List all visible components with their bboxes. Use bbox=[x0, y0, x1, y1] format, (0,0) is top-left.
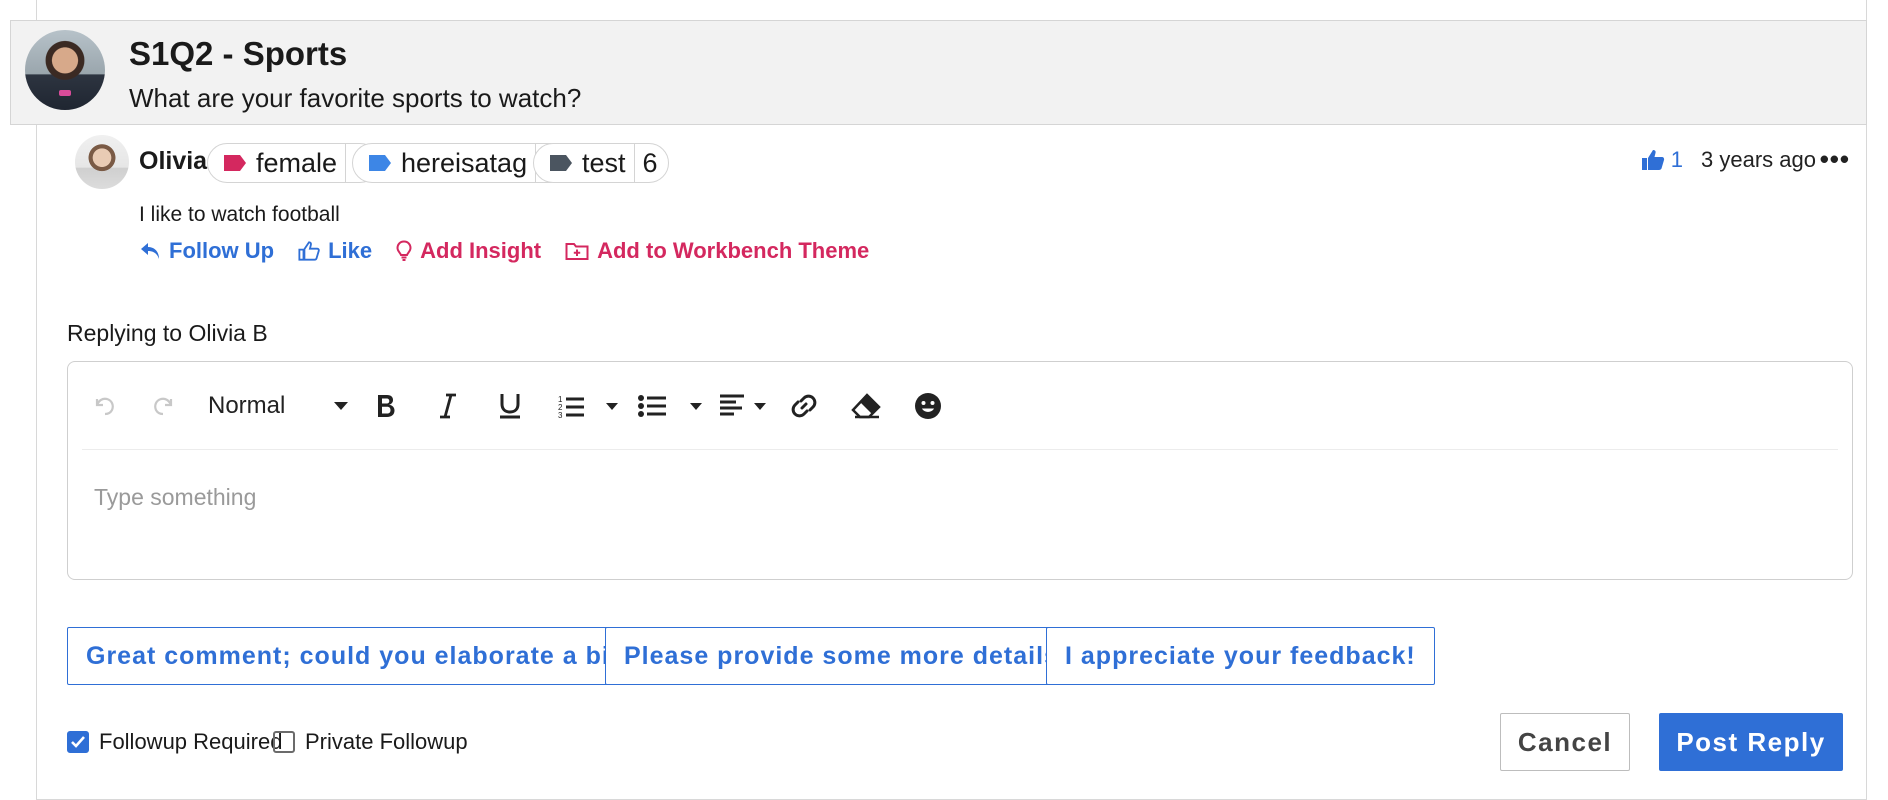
ordered-list-icon[interactable]: 123 bbox=[558, 388, 618, 424]
canned-response-button[interactable]: Please provide some more details. bbox=[605, 627, 1086, 685]
link-icon[interactable] bbox=[786, 388, 822, 424]
reply-editor: Normal 123 Type something bbox=[67, 361, 1853, 580]
tag-name: hereisatag bbox=[401, 147, 528, 178]
question-text: What are your favorite sports to watch? bbox=[129, 83, 582, 113]
comment-text: I like to watch football bbox=[139, 203, 340, 226]
replying-to-label: Replying to Olivia B bbox=[67, 320, 268, 346]
like-label: Like bbox=[328, 238, 373, 263]
private-followup-option[interactable]: Private Followup bbox=[273, 729, 468, 755]
comment-actions: Follow Up Like Add Insight Add to Workbe… bbox=[139, 238, 893, 264]
thumbs-up-icon bbox=[1641, 150, 1664, 170]
thumbs-up-outline-icon bbox=[298, 241, 320, 261]
chevron-down-icon bbox=[754, 402, 766, 410]
bullet-list-icon[interactable] bbox=[638, 388, 702, 424]
like-button[interactable]: Like bbox=[298, 238, 372, 264]
add-to-theme-button[interactable]: Add to Workbench Theme bbox=[565, 238, 869, 264]
follow-up-button[interactable]: Follow Up bbox=[139, 238, 274, 264]
redo-icon[interactable] bbox=[146, 388, 182, 424]
private-followup-checkbox[interactable] bbox=[273, 731, 295, 753]
followup-required-label: Followup Required bbox=[99, 729, 283, 754]
chevron-down-icon bbox=[606, 402, 618, 410]
question-author-avatar bbox=[25, 30, 105, 110]
chevron-down-icon bbox=[334, 402, 348, 410]
undo-icon[interactable] bbox=[86, 388, 122, 424]
post-reply-button[interactable]: Post Reply bbox=[1659, 713, 1843, 771]
bold-icon[interactable] bbox=[368, 388, 404, 424]
emoji-icon[interactable] bbox=[910, 388, 946, 424]
add-to-theme-label: Add to Workbench Theme bbox=[597, 238, 870, 263]
chevron-down-icon bbox=[690, 402, 702, 410]
question-title: S1Q2 - Sports bbox=[129, 35, 348, 72]
align-icon[interactable] bbox=[720, 388, 766, 424]
lightbulb-icon bbox=[396, 240, 412, 261]
like-count-button[interactable]: 1 bbox=[1641, 147, 1683, 173]
question-header: S1Q2 - Sports What are your favorite spo… bbox=[10, 20, 1867, 125]
editor-toolbar: Normal 123 bbox=[82, 362, 1838, 450]
tag-icon bbox=[550, 155, 572, 171]
followup-required-checkbox[interactable] bbox=[67, 731, 89, 753]
eraser-icon[interactable] bbox=[848, 388, 884, 424]
reply-input[interactable]: Type something bbox=[94, 484, 256, 511]
tag-count: 6 bbox=[633, 144, 668, 182]
tag-icon bbox=[369, 155, 391, 171]
folder-plus-icon bbox=[565, 243, 589, 260]
format-select[interactable]: Normal bbox=[208, 388, 348, 424]
tag-test[interactable]: test 6 bbox=[533, 143, 669, 183]
tag-name: test bbox=[582, 147, 626, 178]
commenter-avatar bbox=[75, 135, 129, 189]
add-insight-button[interactable]: Add Insight bbox=[396, 238, 541, 264]
comment-meta: 1 3 years ago ••• bbox=[1641, 144, 1849, 174]
previous-thread-edge bbox=[36, 0, 1867, 20]
comment-thread: Olivia B female 4 hereisatag 7 test 6 1 … bbox=[36, 125, 1867, 800]
comment-timestamp: 3 years ago bbox=[1701, 147, 1816, 172]
checkmark-icon bbox=[71, 736, 85, 748]
follow-up-label: Follow Up bbox=[169, 238, 275, 263]
like-count: 1 bbox=[1670, 147, 1684, 172]
reply-icon bbox=[141, 243, 159, 259]
cancel-button[interactable]: Cancel bbox=[1500, 713, 1630, 771]
format-select-value: Normal bbox=[208, 392, 286, 419]
underline-icon[interactable] bbox=[492, 388, 528, 424]
tag-icon bbox=[224, 155, 246, 171]
canned-response-button[interactable]: I appreciate your feedback! bbox=[1046, 627, 1435, 685]
followup-required-option[interactable]: Followup Required bbox=[67, 729, 282, 755]
more-options-icon[interactable]: ••• bbox=[1820, 144, 1850, 175]
svg-text:3: 3 bbox=[558, 411, 563, 418]
add-insight-label: Add Insight bbox=[420, 238, 542, 263]
canned-response-button[interactable]: Great comment; could you elaborate a bit… bbox=[67, 627, 655, 685]
tag-name: female bbox=[256, 147, 338, 178]
italic-icon[interactable] bbox=[430, 388, 466, 424]
private-followup-label: Private Followup bbox=[305, 729, 468, 754]
